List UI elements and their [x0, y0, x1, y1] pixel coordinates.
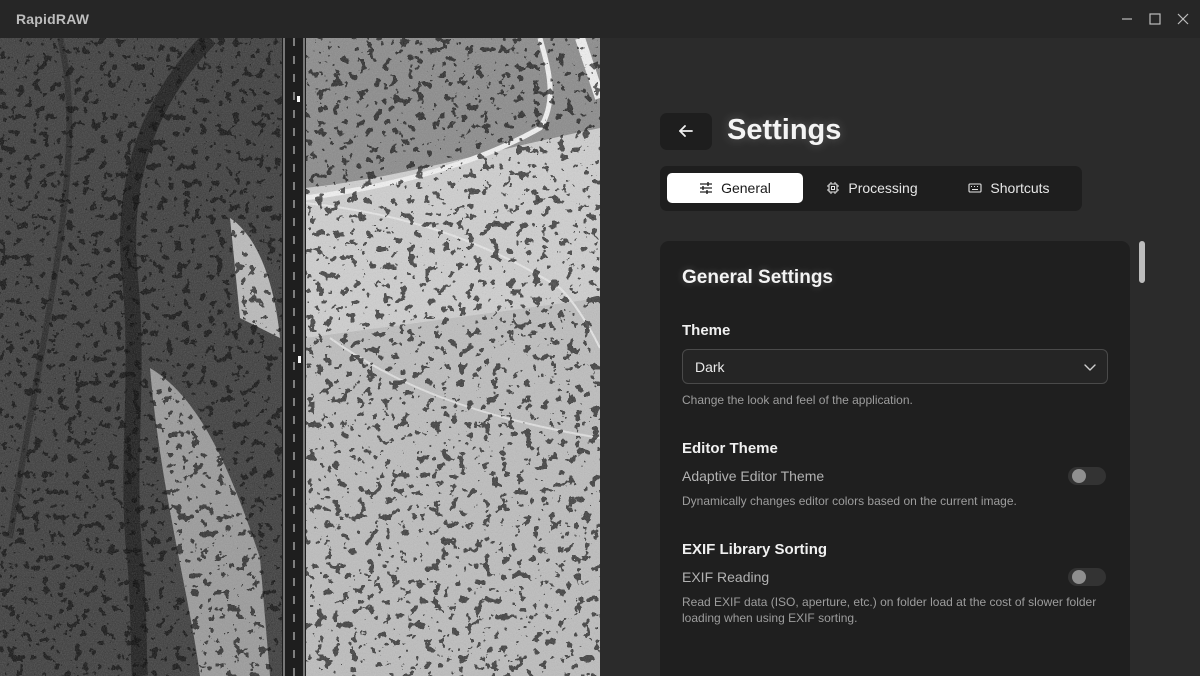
keyboard-icon — [968, 183, 982, 193]
page-title: Settings — [727, 114, 842, 146]
tab-processing-label: Processing — [848, 180, 918, 196]
title-bar: RapidRAW — [0, 0, 1200, 38]
chevron-down-icon — [1084, 364, 1096, 371]
tab-shortcuts-label: Shortcuts — [990, 180, 1050, 196]
aerial-photo — [0, 38, 600, 676]
theme-label: Theme — [682, 322, 731, 339]
theme-help: Change the look and feel of the applicat… — [682, 393, 913, 407]
close-icon — [1177, 13, 1189, 25]
exif-sorting-label: EXIF Library Sorting — [682, 541, 828, 558]
exif-reading-help: Read EXIF data (ISO, aperture, etc.) on … — [682, 595, 1097, 625]
cpu-icon — [827, 182, 840, 194]
general-settings-card: General Settings Theme Dark Change the l… — [660, 241, 1130, 676]
image-preview — [0, 38, 600, 676]
arrow-left-icon — [679, 125, 693, 137]
back-button[interactable] — [660, 113, 712, 150]
minimize-button[interactable] — [1116, 8, 1138, 30]
theme-select[interactable]: Dark — [682, 349, 1108, 384]
exif-reading-label: EXIF Reading — [682, 569, 770, 585]
sliders-icon — [700, 182, 713, 194]
editor-theme-label: Editor Theme — [682, 440, 778, 457]
adaptive-editor-theme-label: Adaptive Editor Theme — [682, 468, 825, 484]
editor-theme-help: Dynamically changes editor colors based … — [682, 494, 1017, 508]
toggle-knob — [1072, 570, 1086, 584]
app-title: RapidRAW — [16, 11, 90, 27]
minimize-icon — [1122, 18, 1132, 20]
settings-tabs: General Processing Shortcuts — [660, 166, 1082, 211]
theme-select-value: Dark — [695, 359, 725, 375]
exif-reading-toggle[interactable] — [1068, 568, 1106, 586]
tab-general[interactable]: General — [667, 173, 803, 203]
section-title: General Settings — [682, 267, 833, 288]
settings-panel: Settings General Processing Shortcuts Ge… — [600, 38, 1200, 676]
close-button[interactable] — [1172, 8, 1194, 30]
adaptive-editor-theme-toggle[interactable] — [1068, 467, 1106, 485]
tab-general-label: General — [721, 180, 771, 196]
maximize-button[interactable] — [1144, 8, 1166, 30]
settings-scrollbar[interactable] — [1139, 241, 1145, 283]
tab-processing[interactable]: Processing — [812, 173, 932, 203]
tab-shortcuts[interactable]: Shortcuts — [950, 173, 1068, 203]
toggle-knob — [1072, 469, 1086, 483]
maximize-icon — [1149, 13, 1161, 25]
